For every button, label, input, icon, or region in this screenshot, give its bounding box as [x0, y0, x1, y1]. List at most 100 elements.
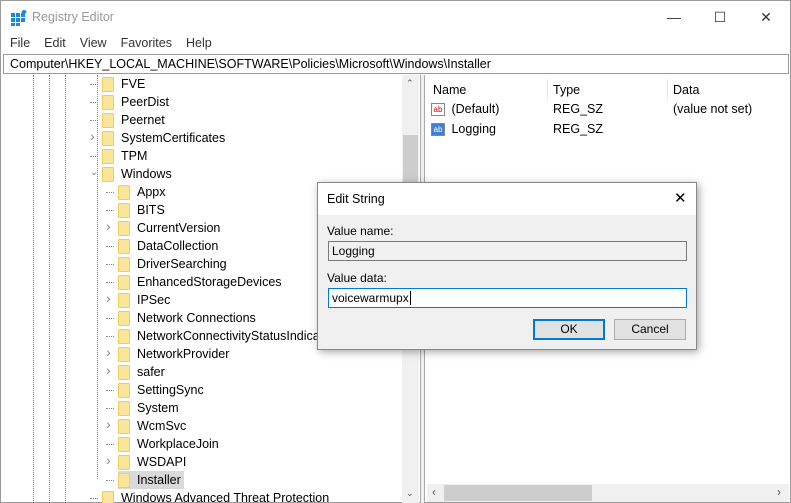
tree-connector [106, 408, 114, 409]
chevron-right-icon[interactable]: › [106, 290, 111, 306]
tree-item[interactable]: Peernet [102, 111, 165, 129]
chevron-right-icon[interactable]: › [106, 362, 111, 378]
tree-item[interactable]: TPM [102, 147, 147, 165]
list-row-default[interactable]: ab (Default) REG_SZ (value not set) [431, 99, 786, 119]
menu-view[interactable]: View [80, 33, 107, 53]
column-data[interactable]: Data [673, 79, 699, 101]
column-name[interactable]: Name [433, 79, 466, 101]
tree-item[interactable]: NetworkProvider [118, 345, 229, 363]
tree-connector [106, 318, 114, 319]
tree-item[interactable]: Appx [118, 183, 166, 201]
tree-item-label: PeerDist [121, 95, 169, 109]
tree-item-label: Windows Advanced Threat Protection [121, 491, 330, 503]
chevron-right-icon[interactable]: › [106, 344, 111, 360]
tree-item[interactable]: CurrentVersion [118, 219, 220, 237]
tree-item[interactable]: WSDAPI [118, 453, 186, 471]
folder-icon [102, 112, 114, 128]
list-row-logging[interactable]: ab Logging REG_SZ [431, 119, 786, 139]
ok-button[interactable]: OK [533, 319, 605, 340]
tree-item-label: WcmSvc [137, 419, 187, 433]
tree-item-label: WorkplaceJoin [137, 437, 219, 451]
tree-guide [49, 75, 50, 503]
chevron-right-icon[interactable]: › [106, 416, 111, 432]
tree-connector [106, 444, 114, 445]
tree-item[interactable]: BITS [118, 201, 165, 219]
tree-item-label: TPM [121, 149, 148, 163]
scroll-right-icon[interactable]: › [777, 485, 781, 499]
column-divider[interactable] [667, 79, 668, 99]
tree-item[interactable]: DataCollection [118, 237, 218, 255]
dialog-close-icon[interactable]: ✕ [674, 189, 687, 207]
value-data-input[interactable]: voicewarmupx [328, 288, 687, 308]
tree-guide [65, 75, 66, 503]
cancel-button[interactable]: Cancel [614, 319, 686, 340]
column-divider[interactable] [547, 79, 548, 99]
value-name-label: Value name: [327, 224, 394, 238]
column-type[interactable]: Type [553, 79, 580, 101]
folder-icon [118, 184, 130, 200]
tree-item-label: SettingSync [137, 383, 204, 397]
tree-item[interactable]: DriverSearching [118, 255, 227, 273]
dialog-title-bar: Edit String ✕ [318, 183, 696, 215]
maximize-button[interactable]: ☐ [697, 1, 743, 33]
folder-icon [118, 454, 130, 470]
tree-item[interactable]: safer [118, 363, 165, 381]
menu-favorites[interactable]: Favorites [121, 33, 172, 53]
list-horizontal-scrollbar[interactable]: ‹ › [427, 484, 789, 502]
folder-icon [118, 400, 130, 416]
text-cursor [409, 291, 411, 305]
tree-item-label: EnhancedStorageDevices [137, 275, 282, 289]
tree-guide [97, 75, 98, 479]
menu-bar: File Edit View Favorites Help [1, 33, 790, 53]
minimize-button[interactable]: — [651, 1, 697, 33]
address-bar[interactable]: Computer\HKEY_LOCAL_MACHINE\SOFTWARE\Pol… [3, 54, 789, 74]
tree-item-label: DriverSearching [137, 257, 227, 271]
tree-item-label: Peernet [121, 113, 165, 127]
tree-item[interactable]: WorkplaceJoin [118, 435, 219, 453]
tree-item[interactable]: System [118, 399, 179, 417]
scrollbar-thumb[interactable] [444, 485, 592, 501]
scroll-down-icon[interactable]: ⌄ [406, 488, 414, 499]
chevron-right-icon[interactable]: › [106, 218, 111, 234]
folder-icon [102, 490, 114, 503]
tree-item[interactable]: SettingSync [118, 381, 204, 399]
value-data: (value not set) [673, 102, 753, 116]
folder-icon [118, 238, 130, 254]
tree-item-label: BITS [137, 203, 165, 217]
folder-icon [102, 148, 114, 164]
tree-item[interactable]: Installer [118, 471, 184, 489]
tree-item[interactable]: WcmSvc [118, 417, 186, 435]
tree-item[interactable]: NetworkConnectivityStatusIndicator [118, 327, 334, 345]
folder-icon [118, 220, 130, 236]
tree-item-label: NetworkConnectivityStatusIndicator [137, 329, 335, 343]
tree-item[interactable]: Windows [102, 165, 172, 183]
chevron-down-icon[interactable]: ⌄ [90, 167, 98, 178]
tree-connector [90, 84, 98, 85]
menu-file[interactable]: File [10, 33, 30, 53]
chevron-right-icon[interactable]: › [106, 452, 111, 468]
scroll-up-icon[interactable]: ⌃ [406, 78, 414, 89]
value-type: REG_SZ [553, 122, 604, 136]
tree-item[interactable]: Network Connections [118, 309, 256, 327]
tree-connector [90, 102, 98, 103]
menu-edit[interactable]: Edit [44, 33, 66, 53]
menu-help[interactable]: Help [186, 33, 212, 53]
folder-icon [118, 418, 130, 434]
value-type: REG_SZ [553, 102, 604, 116]
scroll-left-icon[interactable]: ‹ [432, 485, 436, 499]
tree-item[interactable]: EnhancedStorageDevices [118, 273, 282, 291]
value-data-label: Value data: [327, 271, 387, 285]
tree-item[interactable]: PeerDist [102, 93, 169, 111]
tree-item-label: Installer [137, 473, 181, 487]
tree-item[interactable]: Windows Advanced Threat Protection [102, 489, 329, 503]
chevron-right-icon[interactable]: › [90, 128, 95, 144]
tree-item[interactable]: FVE [102, 75, 145, 93]
tree-item[interactable]: IPSec [118, 291, 170, 309]
tree-item[interactable]: SystemCertificates [102, 129, 225, 147]
tree-item-label: Appx [137, 185, 166, 199]
tree-item-label: NetworkProvider [137, 347, 230, 361]
close-button[interactable]: ✕ [743, 1, 789, 33]
folder-icon [118, 364, 130, 380]
string-value-icon: ab [431, 103, 445, 117]
tree-item-label: System [137, 401, 179, 415]
